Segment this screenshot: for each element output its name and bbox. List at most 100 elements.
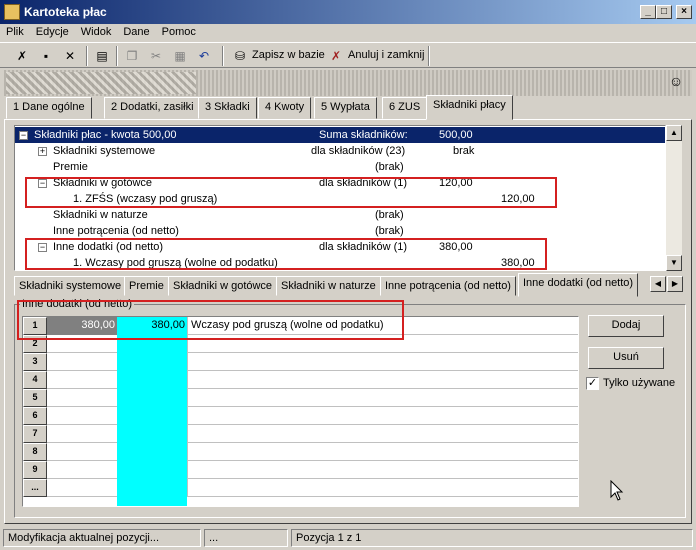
cell-description[interactable]: [187, 389, 577, 407]
subtab-skladniki-w-naturze[interactable]: Składniki w naturze: [276, 276, 381, 296]
cancel-close-button[interactable]: Anuluj i zamknij: [348, 49, 424, 61]
grid-row[interactable]: ...: [23, 479, 578, 497]
row-header[interactable]: 6: [23, 407, 47, 425]
cell-amount-2[interactable]: [117, 407, 187, 425]
cell-amount-2[interactable]: [117, 371, 187, 389]
cell-amount-1[interactable]: [47, 353, 117, 371]
grid-row[interactable]: 3: [23, 353, 578, 371]
subtab-skladniki-systemowe[interactable]: Składniki systemowe: [14, 276, 127, 296]
cancel-icon[interactable]: ✗: [326, 46, 346, 66]
cell-description[interactable]: [187, 425, 577, 443]
cell-amount-2[interactable]: [117, 443, 187, 461]
tree-row[interactable]: − Inne dodatki (od netto) dla składników…: [15, 239, 665, 255]
grid-row[interactable]: 4: [23, 371, 578, 389]
cell-description[interactable]: Wczasy pod gruszą (wolne od podatku): [187, 317, 577, 335]
undo-icon[interactable]: ↶: [194, 46, 214, 66]
title-bar[interactable]: Kartoteka płac _ □ ×: [0, 0, 696, 24]
add-button[interactable]: Dodaj: [588, 315, 664, 337]
grid-row[interactable]: 6: [23, 407, 578, 425]
tab-scroll-left-icon[interactable]: ◀: [650, 276, 666, 292]
tree-row[interactable]: Składniki w naturze (brak): [15, 207, 665, 223]
scroll-down-icon[interactable]: ▼: [666, 255, 682, 271]
tab-dodatki-zasilki[interactable]: 2 Dodatki, zasiłki: [104, 97, 201, 119]
tree-row[interactable]: Inne potrącenia (od netto) (brak): [15, 223, 665, 239]
row-header[interactable]: 9: [23, 461, 47, 479]
row-header[interactable]: ...: [23, 479, 47, 497]
cell-amount-2[interactable]: [117, 335, 187, 353]
cell-description[interactable]: [187, 461, 577, 479]
cell-description[interactable]: [187, 479, 577, 497]
grid-row[interactable]: 2: [23, 335, 578, 353]
scroll-up-icon[interactable]: ▲: [666, 125, 682, 141]
delete-icon[interactable]: ✕: [60, 46, 80, 66]
row-header[interactable]: 1: [23, 317, 47, 335]
cell-amount-1[interactable]: [47, 461, 117, 479]
components-tree[interactable]: − Składniki płac - kwota 500,00 Suma skł…: [14, 125, 666, 271]
expand-icon[interactable]: +: [38, 147, 47, 156]
cell-amount-1[interactable]: [47, 479, 117, 497]
cell-amount-2[interactable]: [117, 479, 187, 497]
cell-description[interactable]: [187, 335, 577, 353]
tab-skladniki-placy[interactable]: Składniki płacy: [426, 95, 513, 120]
row-header[interactable]: 2: [23, 335, 47, 353]
paste-icon[interactable]: ▦: [170, 46, 190, 66]
grid-row[interactable]: 7: [23, 425, 578, 443]
cell-description[interactable]: [187, 443, 577, 461]
cell-amount-2[interactable]: [117, 353, 187, 371]
cell-amount-1[interactable]: [47, 389, 117, 407]
cell-amount-2[interactable]: [117, 461, 187, 479]
only-used-checkbox[interactable]: ✓: [586, 377, 599, 390]
grid-row[interactable]: 5: [23, 389, 578, 407]
cell-amount-1[interactable]: 380,00: [47, 317, 117, 335]
collapse-icon[interactable]: −: [38, 179, 47, 188]
row-header[interactable]: 3: [23, 353, 47, 371]
menu-edycje[interactable]: Edycje: [30, 24, 75, 38]
save-db-icon[interactable]: ⛁: [230, 46, 250, 66]
cell-description[interactable]: [187, 407, 577, 425]
row-header[interactable]: 5: [23, 389, 47, 407]
properties-icon[interactable]: ▤: [92, 46, 112, 66]
tree-row[interactable]: − Składniki w gotówce dla składników (1)…: [15, 175, 665, 191]
tab-zus[interactable]: 6 ZUS: [382, 97, 428, 119]
tree-scrollbar[interactable]: ▲ ▼: [666, 125, 682, 271]
cell-amount-2[interactable]: [117, 389, 187, 407]
cell-amount-1[interactable]: [47, 443, 117, 461]
cell-description[interactable]: [187, 353, 577, 371]
tree-row[interactable]: + Składniki systemowe dla składników (23…: [15, 143, 665, 159]
cut-icon[interactable]: ✂: [146, 46, 166, 66]
collapse-icon[interactable]: −: [38, 243, 47, 252]
menu-widok[interactable]: Widok: [75, 24, 118, 38]
tree-row[interactable]: Premie (brak): [15, 159, 665, 175]
cell-amount-1[interactable]: [47, 371, 117, 389]
grid-row[interactable]: 1 380,00 380,00 Wczasy pod gruszą (wolne…: [23, 317, 578, 335]
tab-scroll-right-icon[interactable]: ▶: [667, 276, 683, 292]
cell-amount-2[interactable]: 380,00: [117, 317, 187, 335]
grid-row[interactable]: 8: [23, 443, 578, 461]
subtab-premie[interactable]: Premie: [124, 276, 169, 296]
subtab-skladniki-w-gotowce[interactable]: Składniki w gotówce: [168, 276, 278, 296]
save-icon[interactable]: ▪: [36, 46, 56, 66]
minimize-button[interactable]: _: [640, 5, 656, 19]
exit-icon[interactable]: ✗: [12, 46, 32, 66]
cell-amount-1[interactable]: [47, 335, 117, 353]
copy-icon[interactable]: ❐: [122, 46, 142, 66]
row-header[interactable]: 8: [23, 443, 47, 461]
cell-amount-1[interactable]: [47, 407, 117, 425]
maximize-button[interactable]: □: [656, 5, 672, 19]
user-icon[interactable]: ☺: [666, 73, 686, 93]
components-grid[interactable]: 1 380,00 380,00 Wczasy pod gruszą (wolne…: [22, 316, 579, 507]
tab-skladki[interactable]: 3 Składki: [198, 97, 257, 119]
cell-amount-2[interactable]: [117, 425, 187, 443]
tree-row-root[interactable]: − Składniki płac - kwota 500,00 Suma skł…: [15, 127, 665, 143]
tree-row[interactable]: 1. ZFŚS (wczasy pod gruszą) 120,00: [15, 191, 665, 207]
remove-button[interactable]: Usuń: [588, 347, 664, 369]
save-to-db-button[interactable]: Zapisz w bazie: [252, 49, 325, 61]
tab-kwoty[interactable]: 4 Kwoty: [258, 97, 312, 119]
menu-dane[interactable]: Dane: [117, 24, 155, 38]
cell-amount-1[interactable]: [47, 425, 117, 443]
tab-wyplata[interactable]: 5 Wypłata: [314, 97, 377, 119]
subtab-inne-dodatki[interactable]: Inne dodatki (od netto): [518, 273, 639, 297]
tree-row[interactable]: 1. Wczasy pod gruszą (wolne od podatku) …: [15, 255, 665, 270]
grid-row[interactable]: 9: [23, 461, 578, 479]
collapse-icon[interactable]: −: [19, 131, 28, 140]
